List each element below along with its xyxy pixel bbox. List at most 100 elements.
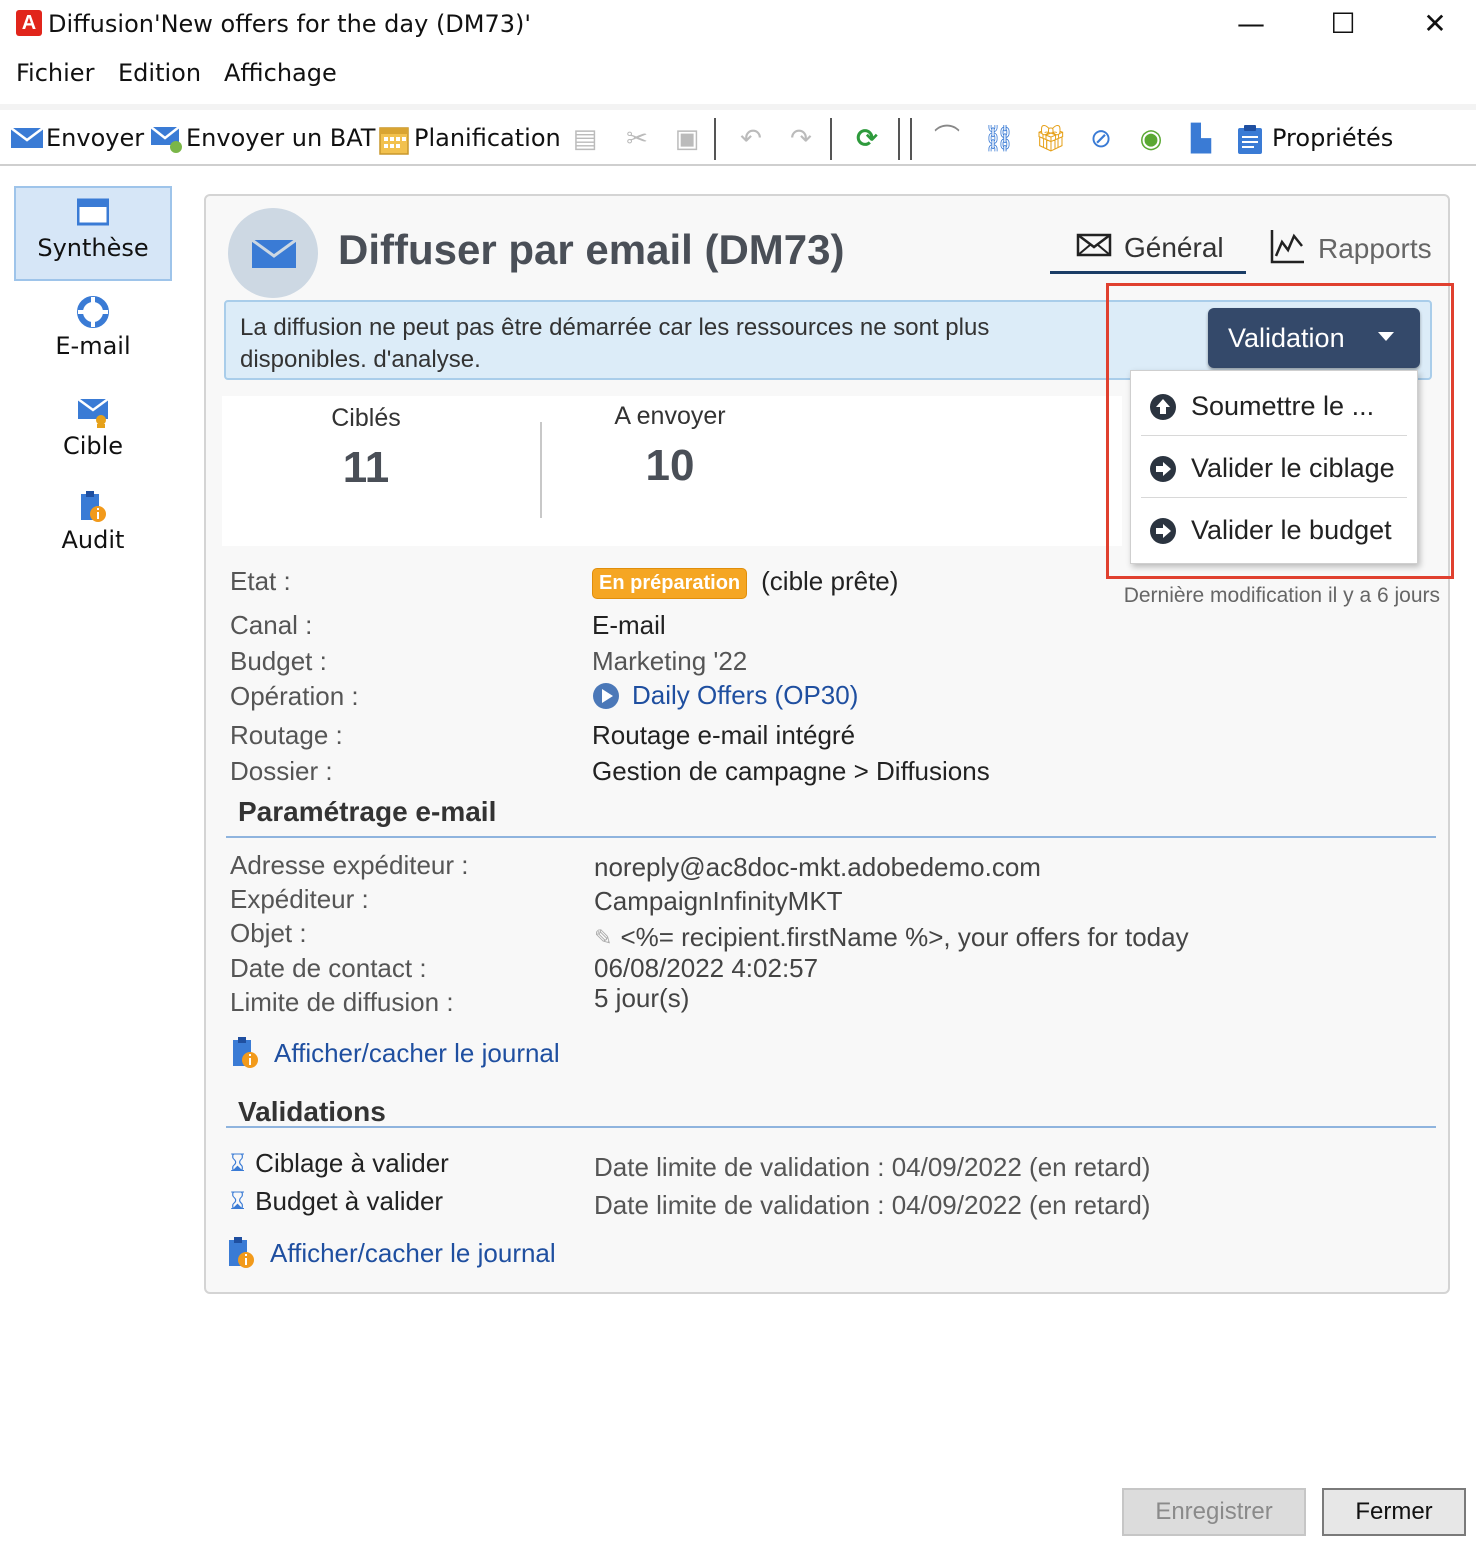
section-divider: [226, 1126, 1436, 1128]
menu-affichage[interactable]: Affichage: [224, 59, 337, 87]
validation-deadline: Date limite de validation : 04/09/2022 (…: [594, 1152, 1151, 1182]
save-button[interactable]: Enregistrer: [1122, 1488, 1306, 1536]
dossier-label: Dossier :: [230, 756, 333, 786]
section-divider: [226, 836, 1436, 838]
stat-targeted-value: 11: [342, 443, 390, 492]
stat-to-send-value: 10: [645, 441, 695, 490]
paste-icon[interactable]: ▣: [670, 120, 704, 156]
undo-icon[interactable]: ↶: [734, 120, 768, 156]
send-proof-button[interactable]: Envoyer un BAT: [150, 120, 375, 156]
menu-fichier[interactable]: Fichier: [16, 59, 94, 87]
validation-item-budget: ⌛︎ Budget à valider: [230, 1186, 443, 1217]
email-settings-title: Paramétrage e-mail: [238, 796, 497, 827]
etat-label: Etat :: [230, 566, 291, 596]
tracking-icon[interactable]: ⊘: [1084, 120, 1118, 156]
target-icon: [77, 396, 109, 428]
redo-icon[interactable]: ↷: [784, 120, 818, 156]
maximize-button[interactable]: ☐: [1320, 4, 1366, 44]
chart-icon: [1270, 228, 1306, 271]
properties-button[interactable]: Propriétés: [1236, 120, 1393, 156]
hourglass-icon: ⌛︎: [230, 1149, 246, 1177]
play-circle-icon: [593, 682, 619, 709]
gift-icon[interactable]: 🎁︎: [1034, 120, 1068, 156]
send-proof-label: Envoyer un BAT: [186, 124, 376, 152]
envelope-outline-icon: [1076, 232, 1112, 264]
limit-label: Limite de diffusion :: [230, 987, 454, 1017]
validation-item-targeting: ⌛︎ Ciblage à valider: [230, 1148, 449, 1179]
budget-value: Marketing '22: [592, 646, 748, 676]
audit-toolbar-icon[interactable]: ▙: [1184, 120, 1218, 156]
audit-icon: [77, 490, 109, 522]
menu-bar: Fichier Edition Affichage: [0, 55, 1476, 95]
from-value: CampaignInfinityMKT: [594, 886, 843, 916]
from-address-value: noreply@ac8doc-mkt.adobedemo.com: [594, 852, 1041, 882]
toolbar-separator: [714, 118, 716, 160]
subject-row: ✎ <%= recipient.firstName %>, your offer…: [594, 922, 1189, 953]
contact-date-label: Date de contact :: [230, 953, 427, 983]
cut-icon[interactable]: ✂: [620, 120, 654, 156]
sidebar-item-label: Cible: [62, 432, 124, 460]
last-modified: Dernière modification il y a 6 jours: [1123, 584, 1440, 607]
personalization-icon: ✎: [594, 924, 613, 950]
routage-label: Routage :: [230, 720, 343, 750]
journal-link-email[interactable]: Afficher/cacher le journal: [230, 1036, 560, 1070]
envelope-proof-icon: [150, 124, 182, 153]
canal-value: E-mail: [592, 610, 666, 640]
envelope-send-icon: [10, 124, 44, 152]
etat-value-row: En préparation (cible prête): [592, 566, 898, 599]
minimize-button[interactable]: —: [1228, 4, 1274, 44]
toolbar-separator: [898, 118, 900, 160]
status-badge: En préparation: [592, 567, 748, 599]
limit-value: 5 jour(s): [594, 983, 690, 1013]
validation-item-label: Budget à valider: [255, 1186, 444, 1216]
close-button[interactable]: Fermer: [1322, 1488, 1466, 1536]
toolbar: Envoyer Envoyer un BAT Planification ▤ ✂…: [0, 104, 1476, 166]
tab-rapports[interactable]: Rapports: [1270, 224, 1432, 274]
sidebar-item-audit[interactable]: Audit: [14, 480, 172, 575]
tab-general[interactable]: Général: [1050, 224, 1246, 274]
calendar-icon: [378, 124, 409, 155]
header-avatar: [228, 208, 318, 298]
menu-edition[interactable]: Edition: [118, 59, 201, 87]
clipboard-icon: [1236, 124, 1266, 154]
envelope-icon: [251, 238, 297, 268]
copy-icon[interactable]: ▤: [568, 120, 602, 156]
send-label: Envoyer: [46, 124, 145, 152]
alert-text: La diffusion ne peut pas être démarrée c…: [240, 314, 990, 373]
stat-to-send-label: A envoyer: [614, 402, 726, 430]
subject-value: <%= recipient.firstName %>, your offers …: [620, 922, 1189, 952]
validation-item-label: Ciblage à valider: [255, 1148, 449, 1178]
journal-link-label: Afficher/cacher le journal: [274, 1037, 560, 1068]
attachment-icon[interactable]: ⌒: [930, 120, 964, 156]
stats-box: Ciblés 11 A envoyer 10: [222, 396, 1122, 546]
sidebar-item-email[interactable]: E-mail: [14, 286, 172, 381]
close-window-button[interactable]: ✕: [1412, 4, 1458, 44]
calculator-icon[interactable]: ◉: [1134, 120, 1168, 156]
link-icon[interactable]: ⛓: [982, 120, 1016, 156]
toolbar-separator: [910, 118, 912, 160]
stat-targeted: Ciblés 11: [246, 404, 486, 493]
summary-icon: [76, 198, 110, 230]
stat-to-send: A envoyer 10: [550, 402, 790, 491]
tab-general-label: Général: [1124, 231, 1224, 263]
operation-value: Daily Offers (OP30): [632, 680, 859, 710]
sidebar-item-synthese[interactable]: Synthèse: [14, 186, 172, 281]
sidebar-item-cible[interactable]: Cible: [14, 386, 172, 481]
dossier-value: Gestion de campagne > Diffusions: [592, 756, 990, 786]
operation-label: Opération :: [230, 681, 359, 711]
validation-deadline: Date limite de validation : 04/09/2022 (…: [594, 1190, 1151, 1220]
stat-targeted-label: Ciblés: [331, 404, 401, 432]
hourglass-icon: ⌛︎: [230, 1187, 246, 1215]
refresh-icon[interactable]: ⟳: [850, 120, 884, 156]
send-button[interactable]: Envoyer: [10, 120, 144, 156]
sidebar-item-label: Audit: [61, 526, 125, 554]
operation-link[interactable]: Daily Offers (OP30): [592, 680, 858, 711]
canal-label: Canal :: [230, 610, 313, 640]
journal-link-validations[interactable]: Afficher/cacher le journal: [226, 1236, 556, 1270]
window-title: Diffusion'New offers for the day (DM73)': [48, 10, 531, 38]
contact-date-value: 06/08/2022 4:02:57: [594, 953, 819, 983]
email-icon: [77, 296, 109, 328]
etat-value: (cible prête): [761, 566, 899, 596]
schedule-button[interactable]: Planification: [378, 120, 561, 156]
from-label: Expéditeur :: [230, 884, 369, 914]
